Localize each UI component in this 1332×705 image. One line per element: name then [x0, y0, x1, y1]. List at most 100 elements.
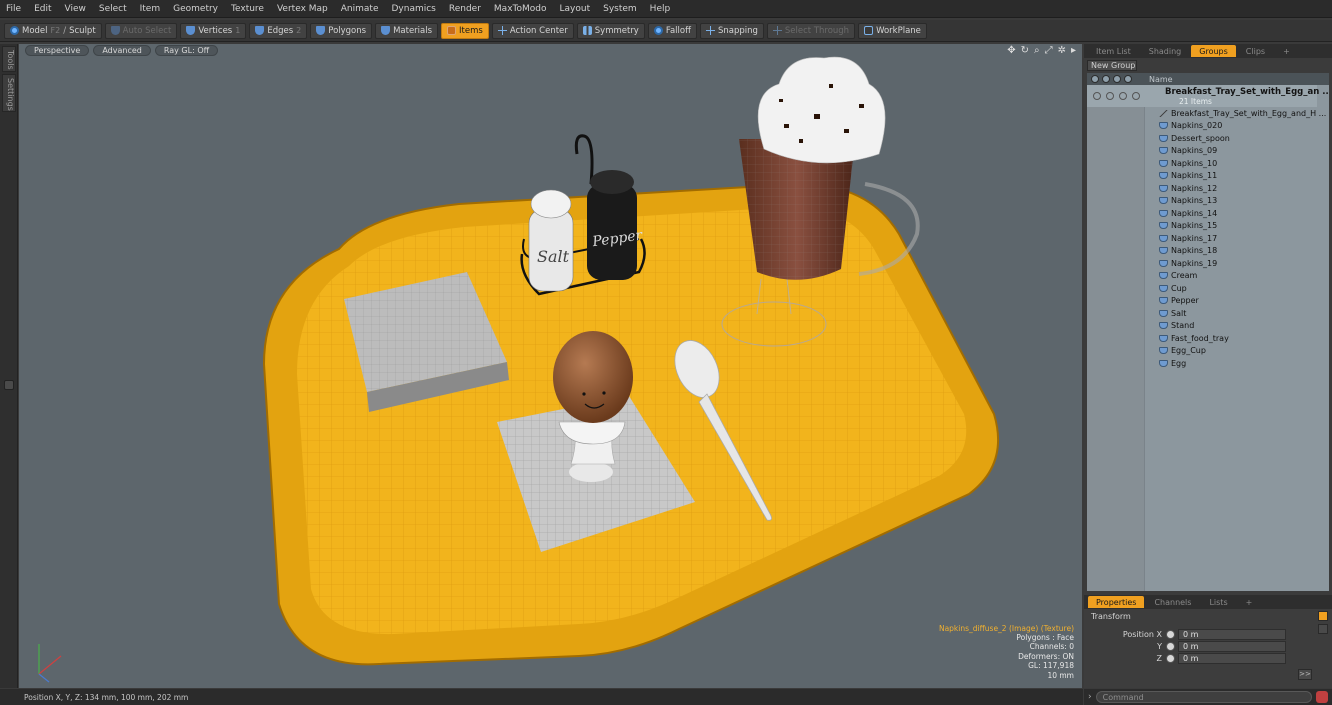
- expand-icon[interactable]: [1318, 624, 1328, 634]
- tab-lists[interactable]: Lists: [1201, 596, 1235, 608]
- command-input[interactable]: Command: [1095, 691, 1312, 703]
- items-button[interactable]: Items: [441, 22, 489, 39]
- menu-view[interactable]: View: [65, 4, 86, 14]
- perspective-button[interactable]: Perspective: [25, 45, 90, 56]
- transform-section[interactable]: Transform: [1087, 612, 1329, 624]
- keyframe-y-icon[interactable]: [1166, 641, 1175, 651]
- list-item[interactable]: Dessert_spoon: [1159, 132, 1230, 145]
- list-item[interactable]: Cream: [1159, 270, 1197, 283]
- menu-texture[interactable]: Texture: [231, 4, 264, 14]
- name-column-header[interactable]: Name: [1149, 75, 1173, 84]
- menu-maxtomodo[interactable]: MaxToModo: [494, 4, 547, 14]
- list-item[interactable]: Pepper: [1159, 295, 1199, 308]
- zoom-icon[interactable]: ⌕: [1034, 45, 1040, 56]
- auto-select-button[interactable]: Auto Select: [104, 22, 178, 39]
- gear-icon[interactable]: ✲: [1058, 45, 1066, 56]
- list-item[interactable]: Napkins_10: [1159, 157, 1217, 170]
- list-item[interactable]: Napkins_17: [1159, 232, 1217, 245]
- raygl-button[interactable]: Ray GL: Off: [154, 45, 219, 56]
- eye-icon[interactable]: [1093, 92, 1101, 100]
- list-item[interactable]: Napkins_12: [1159, 182, 1217, 195]
- falloff-button[interactable]: Falloff: [647, 22, 697, 39]
- 3d-viewport[interactable]: Salt Pepper Perspective Advanced Ray GL:…: [19, 44, 1082, 688]
- list-item[interactable]: Cup: [1159, 282, 1187, 295]
- menu-dynamics[interactable]: Dynamics: [391, 4, 435, 14]
- lock-column-icon[interactable]: [1113, 75, 1121, 83]
- salt-shaker[interactable]: Salt: [528, 189, 574, 292]
- lock-icon[interactable]: [1119, 92, 1127, 100]
- list-item[interactable]: Egg_Cup: [1159, 345, 1206, 358]
- list-item[interactable]: Napkins_15: [1159, 220, 1217, 233]
- select-icon[interactable]: [1132, 92, 1140, 100]
- group-row[interactable]: Breakfast_Tray_Set_with_Egg_an ... 21 It…: [1087, 85, 1329, 107]
- tab-add[interactable]: +: [1275, 45, 1298, 57]
- menu-animate[interactable]: Animate: [341, 4, 379, 14]
- polygons-button[interactable]: Polygons: [310, 22, 373, 39]
- list-item[interactable]: Napkins_13: [1159, 195, 1217, 208]
- select-through-button[interactable]: Select Through: [766, 22, 856, 39]
- panel-collapse-handle[interactable]: [4, 380, 14, 390]
- keyframe-z-icon[interactable]: [1166, 653, 1175, 663]
- list-item[interactable]: Egg: [1159, 357, 1186, 370]
- pan-icon[interactable]: ✥: [1007, 45, 1015, 56]
- list-item[interactable]: Napkins_09: [1159, 145, 1217, 158]
- more-button[interactable]: >>: [1298, 669, 1312, 680]
- render-column-icon[interactable]: [1102, 75, 1110, 83]
- new-group-button[interactable]: New Group: [1087, 60, 1137, 71]
- action-center-button[interactable]: Action Center: [491, 22, 574, 39]
- menu-item[interactable]: Item: [140, 4, 161, 14]
- render-icon[interactable]: [1106, 92, 1114, 100]
- tab-channels[interactable]: Channels: [1146, 596, 1199, 608]
- menu-select[interactable]: Select: [99, 4, 127, 14]
- tab-settings[interactable]: Settings: [2, 74, 16, 112]
- list-item[interactable]: Stand: [1159, 320, 1194, 333]
- tab-shading[interactable]: Shading: [1141, 45, 1190, 57]
- tab-groups[interactable]: Groups: [1191, 45, 1236, 57]
- sculpt-label[interactable]: Sculpt: [69, 26, 96, 36]
- menu-system[interactable]: System: [603, 4, 637, 14]
- pepper-shaker[interactable]: Pepper: [587, 170, 644, 280]
- groups-list[interactable]: Breakfast_Tray_Set_with_Egg_an ... 21 It…: [1087, 85, 1329, 591]
- menu-edit[interactable]: Edit: [34, 4, 51, 14]
- position-y-field[interactable]: 0 m: [1178, 640, 1286, 652]
- command-clear-icon[interactable]: [1316, 691, 1328, 703]
- materials-button[interactable]: Materials: [375, 22, 439, 39]
- tab-clips[interactable]: Clips: [1238, 45, 1273, 57]
- list-item[interactable]: Napkins_19: [1159, 257, 1217, 270]
- keyframe-x-icon[interactable]: [1166, 629, 1175, 639]
- tab-tools[interactable]: Tools: [2, 46, 16, 72]
- list-item[interactable]: Breakfast_Tray_Set_with_Egg_and_H ...: [1159, 107, 1326, 120]
- tab-item-list[interactable]: Item List: [1088, 45, 1139, 57]
- scene-render[interactable]: Salt Pepper: [19, 44, 1082, 688]
- position-x-field[interactable]: 0 m: [1178, 628, 1286, 640]
- menu-help[interactable]: Help: [650, 4, 671, 14]
- snapping-button[interactable]: Snapping: [699, 22, 764, 39]
- menu-geometry[interactable]: Geometry: [173, 4, 218, 14]
- tab-add-props[interactable]: +: [1238, 596, 1261, 608]
- tab-properties[interactable]: Properties: [1088, 596, 1145, 608]
- menu-layout[interactable]: Layout: [560, 4, 591, 14]
- vertices-button[interactable]: Vertices 1: [180, 22, 247, 39]
- rotate-icon[interactable]: ↻: [1021, 45, 1029, 56]
- list-item[interactable]: Fast_food_tray: [1159, 332, 1229, 345]
- list-item[interactable]: Napkins_020: [1159, 120, 1222, 133]
- list-item[interactable]: Napkins_14: [1159, 207, 1217, 220]
- list-item[interactable]: Napkins_18: [1159, 245, 1217, 258]
- pin-icon[interactable]: [1318, 611, 1328, 621]
- symmetry-button[interactable]: Symmetry: [576, 22, 645, 39]
- advanced-button[interactable]: Advanced: [93, 45, 151, 56]
- egg[interactable]: [553, 331, 633, 423]
- menu-vertex-map[interactable]: Vertex Map: [277, 4, 328, 14]
- edges-button[interactable]: Edges 2: [249, 22, 308, 39]
- list-item[interactable]: Salt: [1159, 307, 1186, 320]
- arrow-right-icon[interactable]: ▸: [1071, 45, 1076, 56]
- whipped-cream[interactable]: [757, 56, 886, 164]
- menu-file[interactable]: File: [6, 4, 21, 14]
- select-column-icon[interactable]: [1124, 75, 1132, 83]
- workplane-button[interactable]: WorkPlane: [858, 22, 927, 39]
- position-z-field[interactable]: 0 m: [1178, 652, 1286, 664]
- model-mode-button[interactable]: Model F2 / Sculpt: [4, 22, 102, 39]
- maximize-icon[interactable]: ⤢: [1045, 45, 1053, 56]
- list-item[interactable]: Napkins_11: [1159, 170, 1217, 183]
- visibility-column-icon[interactable]: [1091, 75, 1099, 83]
